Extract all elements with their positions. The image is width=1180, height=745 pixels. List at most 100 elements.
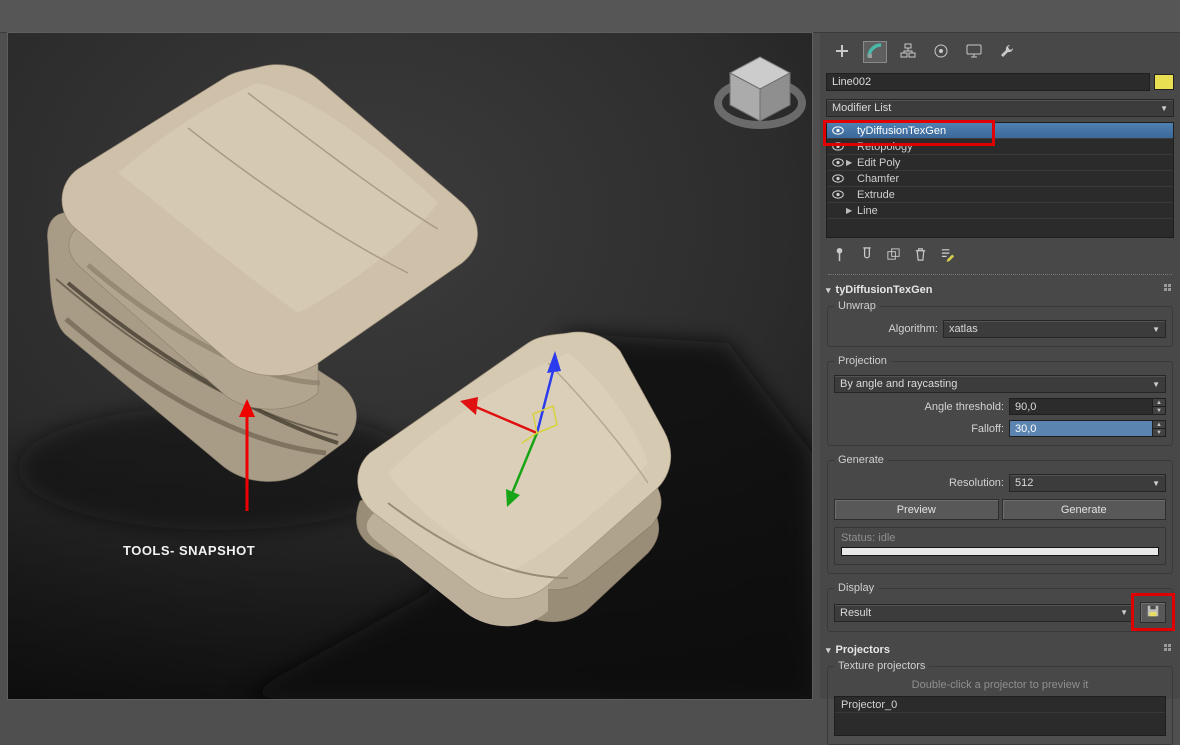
modifier-list-dropdown[interactable]: Modifier List ▼ [826, 99, 1174, 117]
object-color-swatch[interactable] [1154, 74, 1174, 90]
projection-legend: Projection [834, 355, 891, 367]
object-name-row [826, 73, 1174, 91]
tab-create[interactable] [830, 41, 854, 63]
stack-item-label: Retopology [857, 141, 913, 153]
rollout-title: tyDiffusionTexGen [836, 284, 933, 296]
stack-item-label: Extrude [857, 189, 895, 201]
tab-utilities[interactable] [995, 41, 1019, 63]
save-result-button[interactable] [1140, 602, 1166, 623]
angle-threshold-field[interactable]: 90,0 ▲▼ [1009, 398, 1166, 415]
chevron-down-icon: ▼ [1152, 380, 1160, 389]
display-icon [966, 43, 982, 62]
stack-item-label: Line [857, 205, 878, 217]
visibility-eye-icon[interactable] [830, 158, 846, 167]
spinner-arrows-icon[interactable]: ▲▼ [1152, 399, 1165, 414]
resolution-label: Resolution: [834, 477, 1004, 489]
resolution-value: 512 [1015, 477, 1033, 489]
make-unique-icon[interactable] [886, 247, 901, 265]
show-end-result-icon[interactable] [859, 247, 874, 265]
motion-icon [933, 43, 949, 62]
stack-item-tydiffusiontexgen[interactable]: tyDiffusionTexGen [827, 123, 1173, 139]
projector-list-item[interactable]: Projector_0 [835, 697, 1165, 713]
stack-item-chamfer[interactable]: Chamfer [827, 171, 1173, 187]
rollout-grip-icon[interactable] [1164, 284, 1174, 297]
chevron-down-icon: ▼ [1152, 325, 1160, 334]
expand-triangle-icon[interactable]: ▶ [846, 206, 857, 215]
stack-item-label: Edit Poly [857, 157, 900, 169]
algorithm-dropdown[interactable]: xatlas ▼ [943, 320, 1166, 338]
falloff-label: Falloff: [834, 423, 1004, 435]
visibility-eye-icon[interactable] [830, 190, 846, 199]
resolution-dropdown[interactable]: 512 ▼ [1009, 474, 1166, 492]
projector-hint: Double-click a projector to preview it [834, 679, 1166, 691]
configure-modifier-sets-icon[interactable] [940, 247, 955, 265]
stack-item-label: Chamfer [857, 173, 899, 185]
angle-threshold-value: 90,0 [1015, 401, 1036, 413]
status-text: Status: idle [841, 532, 1159, 544]
hierarchy-icon [900, 43, 916, 62]
tab-hierarchy[interactable] [896, 41, 920, 63]
stack-item-label: tyDiffusionTexGen [857, 125, 946, 137]
falloff-value: 30,0 [1015, 423, 1036, 435]
projection-group: Projection By angle and raycasting ▼ Ang… [827, 355, 1173, 446]
stack-toolbar [826, 247, 1174, 265]
modifier-list-label: Modifier List [832, 102, 891, 114]
stack-item-edit-poly[interactable]: ▶ Edit Poly [827, 155, 1173, 171]
tab-display[interactable] [962, 41, 986, 63]
viewport-scene [8, 33, 812, 699]
tab-motion[interactable] [929, 41, 953, 63]
stack-item-extrude[interactable]: Extrude [827, 187, 1173, 203]
chevron-down-icon: ▼ [1120, 608, 1128, 617]
chevron-down-icon: ▼ [1160, 104, 1168, 113]
display-legend: Display [834, 582, 878, 594]
modify-icon [867, 43, 883, 62]
command-panel-tabs [826, 39, 1174, 65]
rollout-header-tydiffusiontexgen[interactable]: ▾ tyDiffusionTexGen [826, 282, 1174, 298]
main-toolbar-strip [0, 0, 1180, 33]
modifier-stack: tyDiffusionTexGen Retopology ▶ Edit Poly… [826, 122, 1174, 238]
display-result-dropdown[interactable]: Result ▼ [834, 604, 1134, 622]
save-icon [1146, 604, 1160, 621]
rollout-open-icon: ▾ [826, 285, 831, 296]
annotation-label: TOOLS- SNAPSHOT [123, 543, 255, 558]
display-group: Display Result ▼ [827, 582, 1173, 632]
rollout-title: Projectors [836, 644, 890, 656]
status-box: Status: idle [834, 527, 1166, 565]
angle-threshold-label: Angle threshold: [834, 401, 1004, 413]
projection-mode-dropdown[interactable]: By angle and raycasting ▼ [834, 375, 1166, 393]
visibility-eye-icon[interactable] [830, 126, 846, 135]
progress-bar [841, 547, 1159, 556]
projector-list: Projector_0 [834, 696, 1166, 736]
visibility-eye-icon[interactable] [830, 174, 846, 183]
visibility-eye-icon[interactable] [830, 142, 846, 151]
rollout-header-projectors[interactable]: ▾ Projectors [826, 642, 1174, 658]
pin-stack-icon[interactable] [832, 247, 847, 265]
stack-item-line[interactable]: ▶ Line [827, 203, 1173, 219]
object-name-input[interactable] [826, 73, 1150, 91]
tab-modify[interactable] [863, 41, 887, 63]
remove-modifier-icon[interactable] [913, 247, 928, 265]
plus-icon [834, 43, 850, 62]
rollout-grip-icon[interactable] [1164, 644, 1174, 657]
command-panel: Modifier List ▼ tyDiffusionTexGen Retopo… [820, 33, 1180, 699]
viewport[interactable]: TOOLS- SNAPSHOT [8, 33, 812, 699]
falloff-field[interactable]: 30,0 ▲▼ [1009, 420, 1166, 437]
unwrap-legend: Unwrap [834, 300, 880, 312]
generate-legend: Generate [834, 454, 888, 466]
spinner-arrows-icon[interactable]: ▲▼ [1152, 421, 1165, 436]
generate-group: Generate Resolution: 512 ▼ Preview Gener… [827, 454, 1173, 574]
unwrap-group: Unwrap Algorithm: xatlas ▼ [827, 300, 1173, 347]
projection-mode-value: By angle and raycasting [840, 378, 957, 390]
expand-triangle-icon[interactable]: ▶ [846, 158, 857, 167]
texture-projectors-group: Texture projectors Double-click a projec… [827, 660, 1173, 745]
algorithm-value: xatlas [949, 323, 978, 335]
chevron-down-icon: ▼ [1152, 479, 1160, 488]
wrench-icon [999, 43, 1015, 62]
display-result-value: Result [840, 607, 871, 619]
panel-separator [828, 274, 1172, 275]
generate-button[interactable]: Generate [1002, 499, 1167, 520]
algorithm-label: Algorithm: [834, 323, 938, 335]
stack-item-retopology[interactable]: Retopology [827, 139, 1173, 155]
preview-button[interactable]: Preview [834, 499, 999, 520]
rollout-open-icon: ▾ [826, 645, 831, 656]
